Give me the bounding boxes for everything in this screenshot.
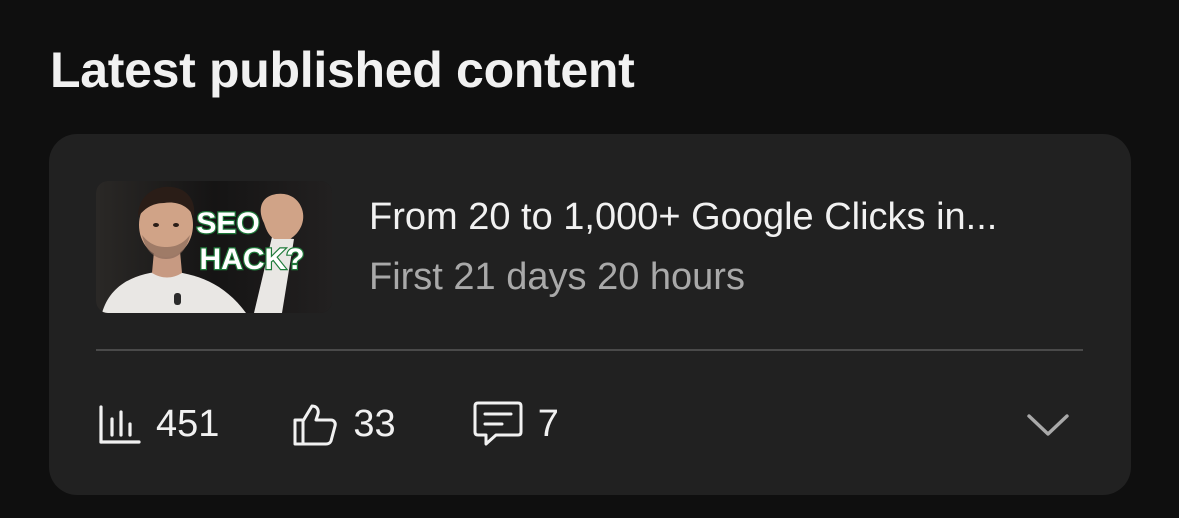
latest-content-card[interactable]: SEO HACK? From 20 to 1,000+ Google Click…: [49, 134, 1131, 495]
section-title: Latest published content: [50, 42, 635, 98]
video-thumbnail[interactable]: SEO HACK?: [96, 181, 332, 313]
views-stat[interactable]: 451: [96, 401, 219, 447]
comments-stat[interactable]: 7: [472, 399, 559, 449]
latest-content-page: Latest published content SEO HACK? From …: [0, 0, 1179, 518]
likes-stat[interactable]: 33: [291, 400, 396, 448]
expand-button[interactable]: [1021, 406, 1075, 446]
thumbs-up-icon: [291, 400, 339, 448]
chevron-down-icon: [1025, 410, 1071, 443]
video-title[interactable]: From 20 to 1,000+ Google Clicks in...: [369, 194, 997, 240]
divider: [96, 349, 1083, 351]
stats-row: 451 33 7: [96, 396, 559, 452]
comments-count: 7: [537, 403, 559, 445]
thumbnail-overlay-line1: SEO: [196, 207, 259, 240]
bar-chart-icon: [96, 401, 142, 447]
thumbnail-overlay-line2: HACK?: [200, 243, 305, 276]
likes-count: 33: [353, 403, 396, 445]
video-age: First 21 days 20 hours: [369, 256, 745, 298]
views-count: 451: [156, 403, 220, 445]
comment-icon: [472, 399, 524, 449]
